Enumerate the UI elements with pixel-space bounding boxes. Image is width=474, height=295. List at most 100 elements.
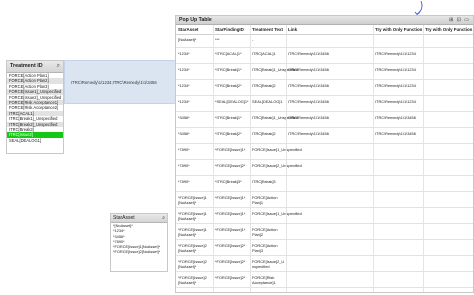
table-cell-link[interactable]: ITRC\Remedy\1\1\3456 [288,51,329,56]
table-cell-finding: *ITRC[Break]1* [215,67,242,72]
popup-table: Pop Up Table ⊞ ⊡ ▭ StarAsset StarFindingI… [175,15,474,293]
table-cell-finding: *ITRC[Break]3* [215,179,242,184]
table-row: *FORCE[Issue]2 [NoAsset]* *FORCE[Issue]2*… [176,255,473,272]
table-cell-finding: *ITRC[ACAL]1* [215,51,242,56]
column-header[interactable]: Try with Only Function [375,25,422,34]
table-cell-finding: *FORCE[Issue]2* [215,259,246,264]
table-cell-finding: *FORCE[Issue]1* [215,211,246,216]
table-cell-f1[interactable]: ITRC\Remedy\1\1\1234 [375,51,416,56]
table-cell-asset: *FORCE[Issue]2 [NoAsset]* [178,291,207,292]
table-cell-asset: *3456* [178,131,190,136]
search-icon[interactable]: ⌕ [162,214,165,222]
table-cell-f1[interactable]: ITRC\Remedy\1\1\1234 [375,99,416,104]
column-header[interactable]: Treatment Text [252,25,283,34]
table-cell-asset: [NoAsset]* [178,37,197,42]
table-cell-asset: *FORCE[Issue]1 [NoAsset]* [178,211,207,221]
scroll-down-arrow-icon [414,0,423,16]
table-cell-treat: FORCE[Issue]2_U nspecified [252,259,285,269]
table-cell-finding: *** [215,37,220,42]
table-cell-treat: SEAL[DEALOG]1 [252,99,283,104]
table-cell-treat: FORCE[Action Plan]1 [252,195,278,205]
table-cell-treat: ITRC[Break]2 [252,131,276,136]
table-cell-f1[interactable]: ITRC\Remedy\1\1\3456 [375,115,416,120]
table-row: *7890* *FORCE[Issue]1* FORCE[Issue]1_Unspe… [176,143,473,160]
table-row: *1234* *ITRC[Break]2* ITRC[Break]2 ITRC\Rem… [176,79,473,96]
starasset-item[interactable]: *FORCE[Issue]2[NoAsset]* [111,249,167,254]
column-header[interactable]: Link [288,25,297,34]
table-cell-treat: - [252,37,254,42]
table-cell-asset: *1234* [178,99,190,104]
table-cell-finding: *FORCE[Issue]1* [215,147,246,152]
column-header[interactable]: StarFindingID [215,25,244,34]
table-cell-link[interactable]: ITRC\Remedy\1\1\3456 [288,115,329,120]
table-row: *7890* *ITRC[Break]3* ITRC[Break]3 [176,175,473,192]
table-cell-f1[interactable]: ITRC\Remedy\1\1\1234 [375,83,416,88]
table-cell-treat: FORCE[Risk Acceptance]2 [252,291,276,292]
table-cell-treat: FORCE[Issue]1_Unspecified [252,211,302,216]
starasset-listbox[interactable]: StarAsset ⌕ *[NoAsset]* *1234* *3456* *7890… [110,213,168,272]
table-cell-f1[interactable]: ITRC\Remedy\1\1\1234 [375,67,416,72]
treatment-id-item[interactable]: SEAL[DEALOG1] [7,137,63,144]
link-text-box: ITRC\Remedy\1\1234;ITRC\Remedy\1\1\3456 [64,60,176,104]
table-row: *FORCE[Issue]2 [NoAsset]* *FORCE[Issue]2*… [176,239,473,256]
table-cell-asset: *7890* [178,179,190,184]
table-cell-treat: ITRC[Break]2 [252,83,276,88]
treatment-id-item[interactable]: ITRC[Break1]_Unspecified [7,116,63,122]
table-cell-finding: *FORCE[Issue]1* [215,227,246,232]
column-header[interactable]: StarAsset [178,25,199,34]
table-cell-treat: FORCE[Issue]2_Unspecified [252,163,302,168]
table-cell-asset: *1234* [178,67,190,72]
table-cell-treat: ITRC[Break]3 [252,179,276,184]
column-header[interactable]: Try with Only Function [425,25,472,34]
starasset-header: StarAsset ⌕ [111,214,167,223]
link-text: ITRC\Remedy\1\1234;ITRC\Remedy\1\1\3456 [71,80,157,85]
table-cell-asset: *FORCE[Issue]2 [NoAsset]* [178,243,207,253]
table-cell-treat: FORCE[Issue]1_Unspecified [252,147,302,152]
table-cell-link[interactable]: ITRC\Remedy\1\1\3456 [288,131,329,136]
table-cell-finding: *FORCE[Issue]2* [215,291,245,292]
table-cell-finding: *FORCE[Issue]2* [215,163,246,168]
table-cell-asset: *7890* [178,147,190,152]
table-cell-asset: *1234* [178,51,190,56]
table-cell-finding: *SEAL[DEALOG]1* [215,99,249,104]
table-cell-link[interactable]: ITRC\Remedy\1\1\3456 [288,99,329,104]
table-cell-asset: *FORCE[Issue]2 [NoAsset]* [178,275,207,285]
treatment-id-listbox[interactable]: Treatment ID ⌕ FORCE[Action Plan1] FORCE[… [6,60,64,154]
table-cell-asset: *1234* [178,83,190,88]
column-divider [213,25,214,292]
column-divider [286,25,287,292]
window-controls-icon[interactable]: ⊞ ⊡ ▭ [449,16,470,25]
treatment-id-item[interactable]: FORCE[Risk Acceptance2] [7,105,63,111]
table-row: *FORCE[Issue]2 [NoAsset]* *FORCE[Issue]2*… [176,287,473,292]
table-cell-link[interactable]: ITRC\Remedy\1\1\3456 [288,83,329,88]
table-cell-asset: *FORCE[Issue]1 [NoAsset]* [178,195,207,205]
table-header: StarAsset StarFindingID Treatment Text Link… [176,25,473,35]
table-row: *1234* *SEAL[DEALOG]1* SEAL[DEALOG]1 ITRC\R… [176,95,473,112]
table-cell-link[interactable]: ITRC\Remedy\1\1\3456 [288,67,329,72]
table-row: *7890* *FORCE[Issue]2* FORCE[Issue]2_Unspe… [176,159,473,176]
table-cell-finding: *ITRC[Break]1* [215,115,242,120]
table-cell-treat: ITRC[ACAL]1 [252,51,276,56]
treatment-id-item[interactable]: FORCE[Issue1]_Unspecified [7,89,63,95]
table-row: *FORCE[Issue]1 [NoAsset]* *FORCE[Issue]1*… [176,207,473,224]
column-divider [250,25,251,292]
table-row: *3456* *ITRC[Break]2* ITRC[Break]2 ITRC\Rem… [176,127,473,144]
table-cell-finding: *ITRC[Break]2* [215,83,242,88]
table-row: *1234* *ITRC[Break]1* ITRC[Break]1_Unspeci… [176,63,473,80]
table-cell-asset: *7890* [178,163,190,168]
table-cell-asset: *FORCE[Issue]1 [NoAsset]* [178,227,207,237]
popup-table-title: Pop Up Table [179,17,212,23]
table-cell-finding: *FORCE[Issue]2* [215,275,246,280]
table-cell-asset: *FORCE[Issue]2 [NoAsset]* [178,259,207,269]
table-row: *FORCE[Issue]1 [NoAsset]* *FORCE[Issue]1*… [176,191,473,208]
treatment-id-title: Treatment ID [10,63,43,69]
table-cell-asset: *3456* [178,115,190,120]
starasset-title: StarAsset [113,215,135,221]
search-icon[interactable]: ⌕ [57,61,60,72]
starasset-items: *[NoAsset]* *1234* *3456* *7890* *FORCE[Issu… [111,223,167,255]
popup-table-titlebar: Pop Up Table ⊞ ⊡ ▭ [176,16,473,25]
table-row: *3456* *ITRC[Break]1* ITRC[Break]1_Unspeci… [176,111,473,128]
table-cell-finding: *FORCE[Issue]2* [215,243,246,248]
table-cell-f1[interactable]: ITRC\Remedy\1\1\3456 [375,131,416,136]
table-row: *FORCE[Issue]2 [NoAsset]* *FORCE[Issue]2*… [176,271,473,288]
